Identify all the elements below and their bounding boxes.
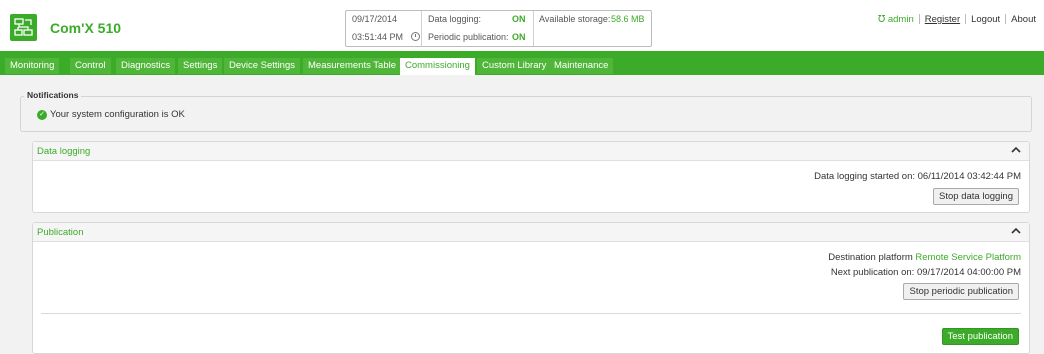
data-logging-header[interactable]: Data logging: [33, 142, 1029, 161]
tab-monitoring[interactable]: Monitoring: [5, 58, 60, 74]
storage-label: Available storage:: [539, 14, 611, 24]
data-logging-label: Data logging:: [428, 14, 482, 24]
app-header: Com'X 510 09/17/2014 03:51:44 PM Data lo…: [0, 0, 1044, 51]
tab-device-settings[interactable]: Device Settings: [224, 58, 301, 74]
test-publication-button[interactable]: Test publication: [941, 328, 1019, 345]
destination-platform-link[interactable]: Remote Service Platform: [915, 252, 1021, 263]
tab-measurements-table[interactable]: Measurements Table: [303, 58, 402, 74]
storage-value: 58.6 MB: [611, 14, 645, 24]
status-panel: 09/17/2014 03:51:44 PM Data logging: ON …: [345, 10, 652, 47]
stop-data-logging-button[interactable]: Stop data logging: [933, 188, 1019, 205]
clock-icon: [411, 32, 420, 41]
tab-commissioning[interactable]: Commissioning: [400, 58, 475, 75]
notification-message: Your system configuration is OK: [50, 109, 185, 120]
tab-diagnostics[interactable]: Diagnostics: [116, 58, 176, 74]
data-logging-panel: Data logging Data logging started on: 06…: [32, 141, 1030, 213]
stop-periodic-publication-button[interactable]: Stop periodic publication: [903, 283, 1019, 300]
tab-custom-library[interactable]: Custom Library: [477, 58, 552, 74]
divider: [41, 313, 1021, 314]
next-publication: Next publication on: 09/17/2014 04:00:00…: [830, 267, 1021, 278]
tab-control[interactable]: Control: [70, 58, 111, 74]
publication-header[interactable]: Publication: [33, 223, 1029, 242]
logout-link[interactable]: Logout: [967, 14, 1004, 25]
app-title: Com'X 510: [50, 20, 122, 36]
top-nav: ℧ admin Register Logout About: [874, 14, 1040, 25]
data-logging-title: Data logging: [37, 146, 91, 157]
check-circle-icon: ✓: [37, 110, 47, 120]
register-link[interactable]: Register: [921, 14, 964, 25]
tab-settings[interactable]: Settings: [178, 58, 223, 74]
chevron-up-icon[interactable]: [1011, 145, 1021, 155]
destination-platform: Destination platform Remote Service Plat…: [828, 252, 1021, 263]
status-time: 03:51:44 PM: [352, 32, 404, 42]
publication-title: Publication: [37, 227, 84, 238]
tab-maintenance[interactable]: Maintenance: [549, 58, 614, 74]
notifications-legend: Notifications: [24, 90, 82, 100]
device-network-icon: [10, 14, 37, 41]
main-tab-bar: Monitoring Control Diagnostics Settings …: [0, 51, 1044, 75]
chevron-up-icon[interactable]: [1011, 226, 1021, 236]
about-link[interactable]: About: [1007, 14, 1040, 25]
data-logging-status: ON: [512, 14, 526, 24]
publication-panel: Publication Destination platform Remote …: [32, 222, 1030, 354]
periodic-publication-label: Periodic publication:: [428, 32, 509, 42]
data-logging-started: Data logging started on: 06/11/2014 03:4…: [814, 171, 1021, 182]
user-icon: ℧: [877, 14, 886, 25]
periodic-publication-status: ON: [512, 32, 526, 42]
status-date: 09/17/2014: [352, 14, 398, 24]
admin-user-link[interactable]: ℧ admin: [874, 14, 918, 25]
